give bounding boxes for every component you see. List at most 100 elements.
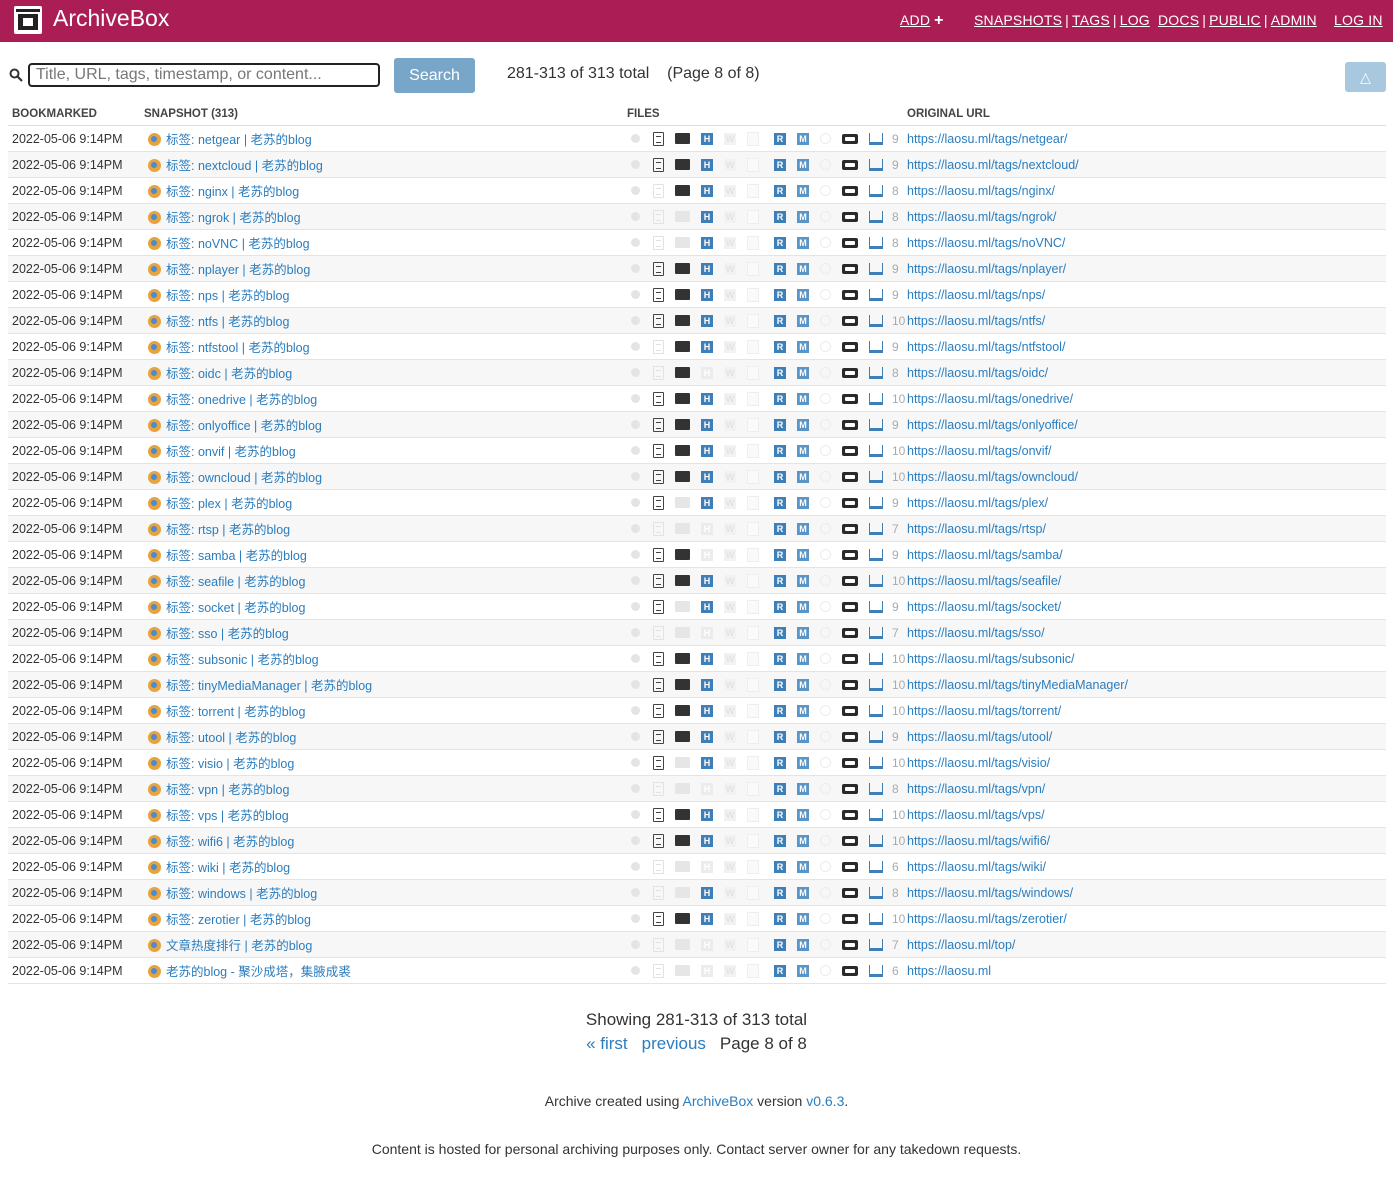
- singlefile-icon[interactable]: [747, 157, 759, 172]
- screenshot-icon[interactable]: [675, 341, 690, 352]
- readability-icon[interactable]: R: [774, 860, 786, 873]
- snapshot-title-link[interactable]: 标签: nplayer | 老苏的blog: [166, 263, 310, 277]
- singlefile-icon[interactable]: [747, 313, 759, 328]
- table-row[interactable]: 2022-05-06 9:14PM 标签: socket | 老苏的blog H W R…: [8, 593, 1386, 620]
- screenshot-icon[interactable]: [675, 211, 690, 222]
- table-row[interactable]: 2022-05-06 9:14PM 标签: onlyoffice | 老苏的blo…: [8, 411, 1386, 438]
- table-row[interactable]: 2022-05-06 9:14PM 标签: nplayer | 老苏的blog H W…: [8, 255, 1386, 282]
- pdf-icon[interactable]: [653, 963, 664, 978]
- warc-icon[interactable]: W: [724, 314, 736, 327]
- media-icon[interactable]: [842, 367, 858, 378]
- mercury-icon[interactable]: M: [797, 860, 809, 873]
- warc-icon[interactable]: W: [724, 678, 736, 691]
- original-url-link[interactable]: https://laosu.ml/tags/plex/: [907, 496, 1048, 510]
- media-icon[interactable]: [842, 627, 858, 638]
- screenshot-icon[interactable]: [675, 653, 690, 664]
- screenshot-icon[interactable]: [675, 523, 690, 534]
- media-icon[interactable]: [842, 185, 858, 196]
- media-icon[interactable]: [842, 237, 858, 248]
- original-url-link[interactable]: https://laosu.ml/tags/samba/: [907, 548, 1063, 562]
- readability-icon[interactable]: R: [774, 132, 786, 145]
- archive-org-icon[interactable]: [869, 236, 883, 249]
- warc-icon[interactable]: W: [724, 392, 736, 405]
- warc-icon[interactable]: W: [724, 782, 736, 795]
- archive-org-icon[interactable]: [869, 522, 883, 535]
- header-files[interactable]: FILES: [627, 103, 907, 126]
- mercury-icon[interactable]: M: [797, 158, 809, 171]
- archive-org-icon[interactable]: [869, 418, 883, 431]
- git-icon[interactable]: [820, 731, 831, 742]
- mercury-icon[interactable]: M: [797, 288, 809, 301]
- singlefile-icon[interactable]: [747, 287, 759, 302]
- warc-icon[interactable]: W: [724, 912, 736, 925]
- media-icon[interactable]: [842, 809, 858, 820]
- pdf-icon[interactable]: [653, 703, 664, 718]
- mercury-icon[interactable]: M: [797, 548, 809, 561]
- snapshot-title-link[interactable]: 标签: ntfs | 老苏的blog: [166, 315, 289, 329]
- pdf-icon[interactable]: [653, 235, 664, 250]
- pdf-icon[interactable]: [653, 313, 664, 328]
- mercury-icon[interactable]: M: [797, 886, 809, 899]
- html-icon[interactable]: H: [701, 912, 713, 925]
- git-icon[interactable]: [820, 835, 831, 846]
- original-url-link[interactable]: https://laosu.ml/tags/nginx/: [907, 184, 1055, 198]
- singlefile-icon[interactable]: [747, 859, 759, 874]
- git-icon[interactable]: [820, 523, 831, 534]
- media-icon[interactable]: [842, 471, 858, 482]
- git-icon[interactable]: [820, 887, 831, 898]
- snapshot-title-link[interactable]: 标签: wiki | 老苏的blog: [166, 861, 290, 875]
- warc-icon[interactable]: W: [724, 886, 736, 899]
- git-icon[interactable]: [820, 211, 831, 222]
- archive-org-icon[interactable]: [869, 756, 883, 769]
- html-icon[interactable]: H: [701, 938, 713, 951]
- warc-icon[interactable]: W: [724, 626, 736, 639]
- admin-link[interactable]: ADMIN: [1271, 12, 1317, 28]
- warc-icon[interactable]: W: [724, 574, 736, 587]
- original-url-link[interactable]: https://laosu.ml/tags/nps/: [907, 288, 1045, 302]
- singlefile-icon[interactable]: [747, 391, 759, 406]
- warc-icon[interactable]: W: [724, 522, 736, 535]
- snapshot-title-link[interactable]: 标签: subsonic | 老苏的blog: [166, 653, 319, 667]
- pdf-icon[interactable]: [653, 209, 664, 224]
- readability-icon[interactable]: R: [774, 236, 786, 249]
- archive-org-icon[interactable]: [869, 444, 883, 457]
- warc-icon[interactable]: W: [724, 730, 736, 743]
- snapshot-title-link[interactable]: 标签: onvif | 老苏的blog: [166, 445, 296, 459]
- mercury-icon[interactable]: M: [797, 366, 809, 379]
- warc-icon[interactable]: W: [724, 808, 736, 821]
- readability-icon[interactable]: R: [774, 756, 786, 769]
- readability-icon[interactable]: R: [774, 886, 786, 899]
- original-url-link[interactable]: https://laosu.ml/tags/windows/: [907, 886, 1073, 900]
- archive-org-icon[interactable]: [869, 210, 883, 223]
- table-row[interactable]: 2022-05-06 9:14PM 文章热度排行 | 老苏的blog H W R M 7 ht…: [8, 931, 1386, 958]
- archive-org-icon[interactable]: [869, 964, 883, 977]
- git-icon[interactable]: [820, 575, 831, 586]
- screenshot-icon[interactable]: [675, 965, 690, 976]
- pdf-icon[interactable]: [653, 391, 664, 406]
- mercury-icon[interactable]: M: [797, 522, 809, 535]
- archive-org-icon[interactable]: [869, 912, 883, 925]
- readability-icon[interactable]: R: [774, 938, 786, 951]
- warc-icon[interactable]: W: [724, 418, 736, 431]
- snapshots-link[interactable]: SNAPSHOTS: [974, 12, 1062, 28]
- singlefile-icon[interactable]: [747, 781, 759, 796]
- singlefile-icon[interactable]: [747, 599, 759, 614]
- git-icon[interactable]: [820, 679, 831, 690]
- first-page-link[interactable]: « first: [586, 1034, 628, 1053]
- git-icon[interactable]: [820, 237, 831, 248]
- media-icon[interactable]: [842, 757, 858, 768]
- html-icon[interactable]: H: [701, 548, 713, 561]
- singlefile-icon[interactable]: [747, 729, 759, 744]
- singlefile-icon[interactable]: [747, 521, 759, 536]
- git-icon[interactable]: [820, 315, 831, 326]
- media-icon[interactable]: [842, 159, 858, 170]
- singlefile-icon[interactable]: [747, 495, 759, 510]
- archive-org-icon[interactable]: [869, 288, 883, 301]
- singlefile-icon[interactable]: [747, 651, 759, 666]
- html-icon[interactable]: H: [701, 470, 713, 483]
- html-icon[interactable]: H: [701, 860, 713, 873]
- table-row[interactable]: 2022-05-06 9:14PM 标签: netgear | 老苏的blog H W…: [8, 125, 1386, 152]
- snapshot-title-link[interactable]: 标签: nginx | 老苏的blog: [166, 185, 299, 199]
- table-row[interactable]: 2022-05-06 9:14PM 标签: samba | 老苏的blog H W R M…: [8, 541, 1386, 568]
- snapshot-title-link[interactable]: 标签: wifi6 | 老苏的blog: [166, 835, 294, 849]
